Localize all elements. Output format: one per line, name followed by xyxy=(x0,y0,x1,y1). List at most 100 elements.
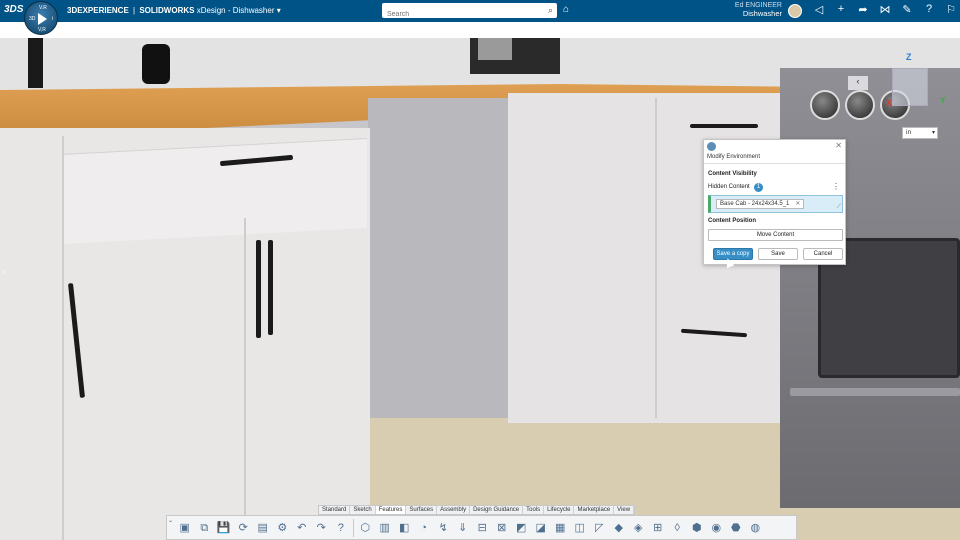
chevron-left-icon[interactable]: ‹ xyxy=(848,76,868,90)
navigation-cube[interactable]: ‹ Z X Y xyxy=(848,52,945,124)
tool-icon[interactable]: ◧ xyxy=(395,520,415,536)
network-icon[interactable]: ⋈ xyxy=(874,3,896,16)
tab-tools[interactable]: Tools xyxy=(523,506,545,514)
door-handle xyxy=(268,240,273,335)
tab-sketch[interactable]: Sketch xyxy=(350,506,376,514)
notifications-icon[interactable]: ⚐ xyxy=(940,3,960,16)
tool-icon[interactable]: ⧉ xyxy=(195,520,215,536)
remove-chip-icon[interactable]: ✕ xyxy=(795,200,800,209)
tab-design-guidance[interactable]: Design Guidance xyxy=(470,506,524,514)
compass-right-label: i xyxy=(52,16,54,22)
tab-features[interactable]: Features xyxy=(375,506,407,514)
tab-lifecycle[interactable]: Lifecycle xyxy=(544,506,575,514)
hidden-item-chip[interactable]: Base Cab - 24x24x34.5_1 ✕ xyxy=(716,199,805,209)
tool-icon[interactable]: ⊞ xyxy=(648,520,668,536)
tool-icon[interactable]: ▦ xyxy=(551,520,571,536)
oven-knob xyxy=(810,90,840,120)
forward-icon[interactable]: ➦ xyxy=(852,3,874,16)
tab-surfaces[interactable]: Surfaces xyxy=(406,506,438,514)
door-handle xyxy=(256,240,261,338)
more-options-icon[interactable]: ⋮ xyxy=(832,182,840,191)
tool-icon[interactable]: ◉ xyxy=(707,520,727,536)
tool-icon[interactable]: ◫ xyxy=(570,520,590,536)
tab-standard[interactable]: Standard xyxy=(319,506,351,514)
add-icon[interactable]: + xyxy=(830,3,852,16)
compass-left-label: 3D xyxy=(29,16,36,22)
top-icons: ◁ + ➦ ⋈ ✎ ? ⚐ xyxy=(808,3,960,16)
move-content-button[interactable]: Move Content xyxy=(708,229,843,241)
units-select[interactable]: in ▾ xyxy=(902,127,938,139)
search-icon[interactable]: ⌕ xyxy=(548,5,553,16)
tool-icon[interactable]: ◩ xyxy=(512,520,532,536)
app-title[interactable]: 3DEXPERIENCE | SOLIDWORKS xDesign - Dish… xyxy=(67,6,281,15)
chip-label: Base Cab - 24x24x34.5_1 xyxy=(720,201,790,207)
tool-icon[interactable]: 💾 xyxy=(214,520,234,536)
play-icon[interactable] xyxy=(38,13,47,25)
dishwasher-opening xyxy=(368,98,508,418)
tool-icon[interactable]: ⇓ xyxy=(453,520,473,536)
user-info[interactable]: Ed ENGINEER Dishwasher xyxy=(735,2,782,18)
save-a-copy-button[interactable]: Save a copy xyxy=(713,248,753,260)
tool-icon[interactable]: ▤ xyxy=(253,520,273,536)
tool-icon[interactable]: ⊟ xyxy=(473,520,493,536)
tool-icon[interactable]: ⬢ xyxy=(687,520,707,536)
platform-name: 3DEXPERIENCE xyxy=(67,6,129,15)
axis-y-label: Y xyxy=(940,96,946,105)
tools-icon[interactable]: ✎ xyxy=(896,3,918,16)
compass-widget[interactable]: V.R 3D i V,R xyxy=(24,1,58,35)
hidden-count-badge: 1 xyxy=(754,183,763,192)
resize-grip-icon[interactable]: ⟋ xyxy=(837,204,841,211)
help-icon[interactable]: ? xyxy=(918,3,940,16)
action-bar-tabs: Standard Sketch Features Surfaces Assembly De… xyxy=(318,505,636,515)
view-cube[interactable] xyxy=(892,68,928,106)
axis-z-label: Z xyxy=(906,52,912,62)
oven-handle xyxy=(790,388,960,396)
collapse-icon[interactable]: ⌄ xyxy=(168,517,173,524)
close-icon[interactable]: ✕ xyxy=(835,141,842,150)
tool-icon[interactable]: ◍ xyxy=(746,520,766,536)
ds-logo[interactable]: 3DS xyxy=(4,4,23,15)
tool-icon[interactable]: ◸ xyxy=(590,520,610,536)
tool-icon[interactable]: ◔ xyxy=(414,520,434,536)
avatar[interactable] xyxy=(788,4,802,18)
axis-x-label: X xyxy=(886,98,893,108)
tag-icon[interactable]: ⌂ xyxy=(563,4,569,15)
tool-icon[interactable]: ⬡ xyxy=(356,520,376,536)
cabinet-seam xyxy=(62,136,64,540)
cabinet-seam xyxy=(244,218,246,540)
tool-icon[interactable]: ? xyxy=(331,520,351,536)
tool-icon[interactable]: ▥ xyxy=(375,520,395,536)
tool-icon[interactable]: ↶ xyxy=(292,520,312,536)
product-name: SOLIDWORKS xyxy=(139,6,195,15)
3d-viewport[interactable] xyxy=(0,38,960,540)
tab-marketplace[interactable]: Marketplace xyxy=(574,506,615,514)
side-panel-toggle[interactable]: › xyxy=(2,266,5,276)
tool-icon[interactable]: ↯ xyxy=(434,520,454,536)
share-icon[interactable]: ◁ xyxy=(808,3,830,16)
hidden-content-list[interactable]: Base Cab - 24x24x34.5_1 ✕ ⟋ xyxy=(708,195,843,213)
chevron-down-icon: ▾ xyxy=(276,6,281,15)
tab-assembly[interactable]: Assembly xyxy=(437,506,471,514)
save-button[interactable]: Save xyxy=(758,248,798,260)
tool-icon[interactable]: ⟳ xyxy=(234,520,254,536)
tool-icon[interactable]: ◆ xyxy=(609,520,629,536)
compass-bottom-label: V,R xyxy=(38,27,46,33)
tool-icon[interactable]: ◊ xyxy=(668,520,688,536)
tool-icon[interactable]: ⊠ xyxy=(492,520,512,536)
tool-icon[interactable]: ⚙ xyxy=(273,520,293,536)
soap-bottle xyxy=(142,44,170,84)
search-input[interactable] xyxy=(382,7,537,22)
tool-icon[interactable]: ◪ xyxy=(531,520,551,536)
chevron-down-icon: ▾ xyxy=(931,130,935,136)
app-name: xDesign - Dishwasher xyxy=(196,6,275,15)
search-box[interactable]: ⌕ xyxy=(382,3,557,22)
hidden-content-label: Hidden Content xyxy=(708,184,750,190)
drawer-front xyxy=(62,138,367,244)
dialog-header[interactable]: ✕ xyxy=(704,140,845,152)
tool-icon[interactable]: ↷ xyxy=(312,520,332,536)
tool-icon[interactable]: ⬣ xyxy=(726,520,746,536)
tool-icon[interactable]: ◈ xyxy=(629,520,649,536)
tool-icon[interactable]: ▣ xyxy=(175,520,195,536)
tab-view[interactable]: View xyxy=(614,506,635,514)
cancel-button[interactable]: Cancel xyxy=(803,248,843,260)
